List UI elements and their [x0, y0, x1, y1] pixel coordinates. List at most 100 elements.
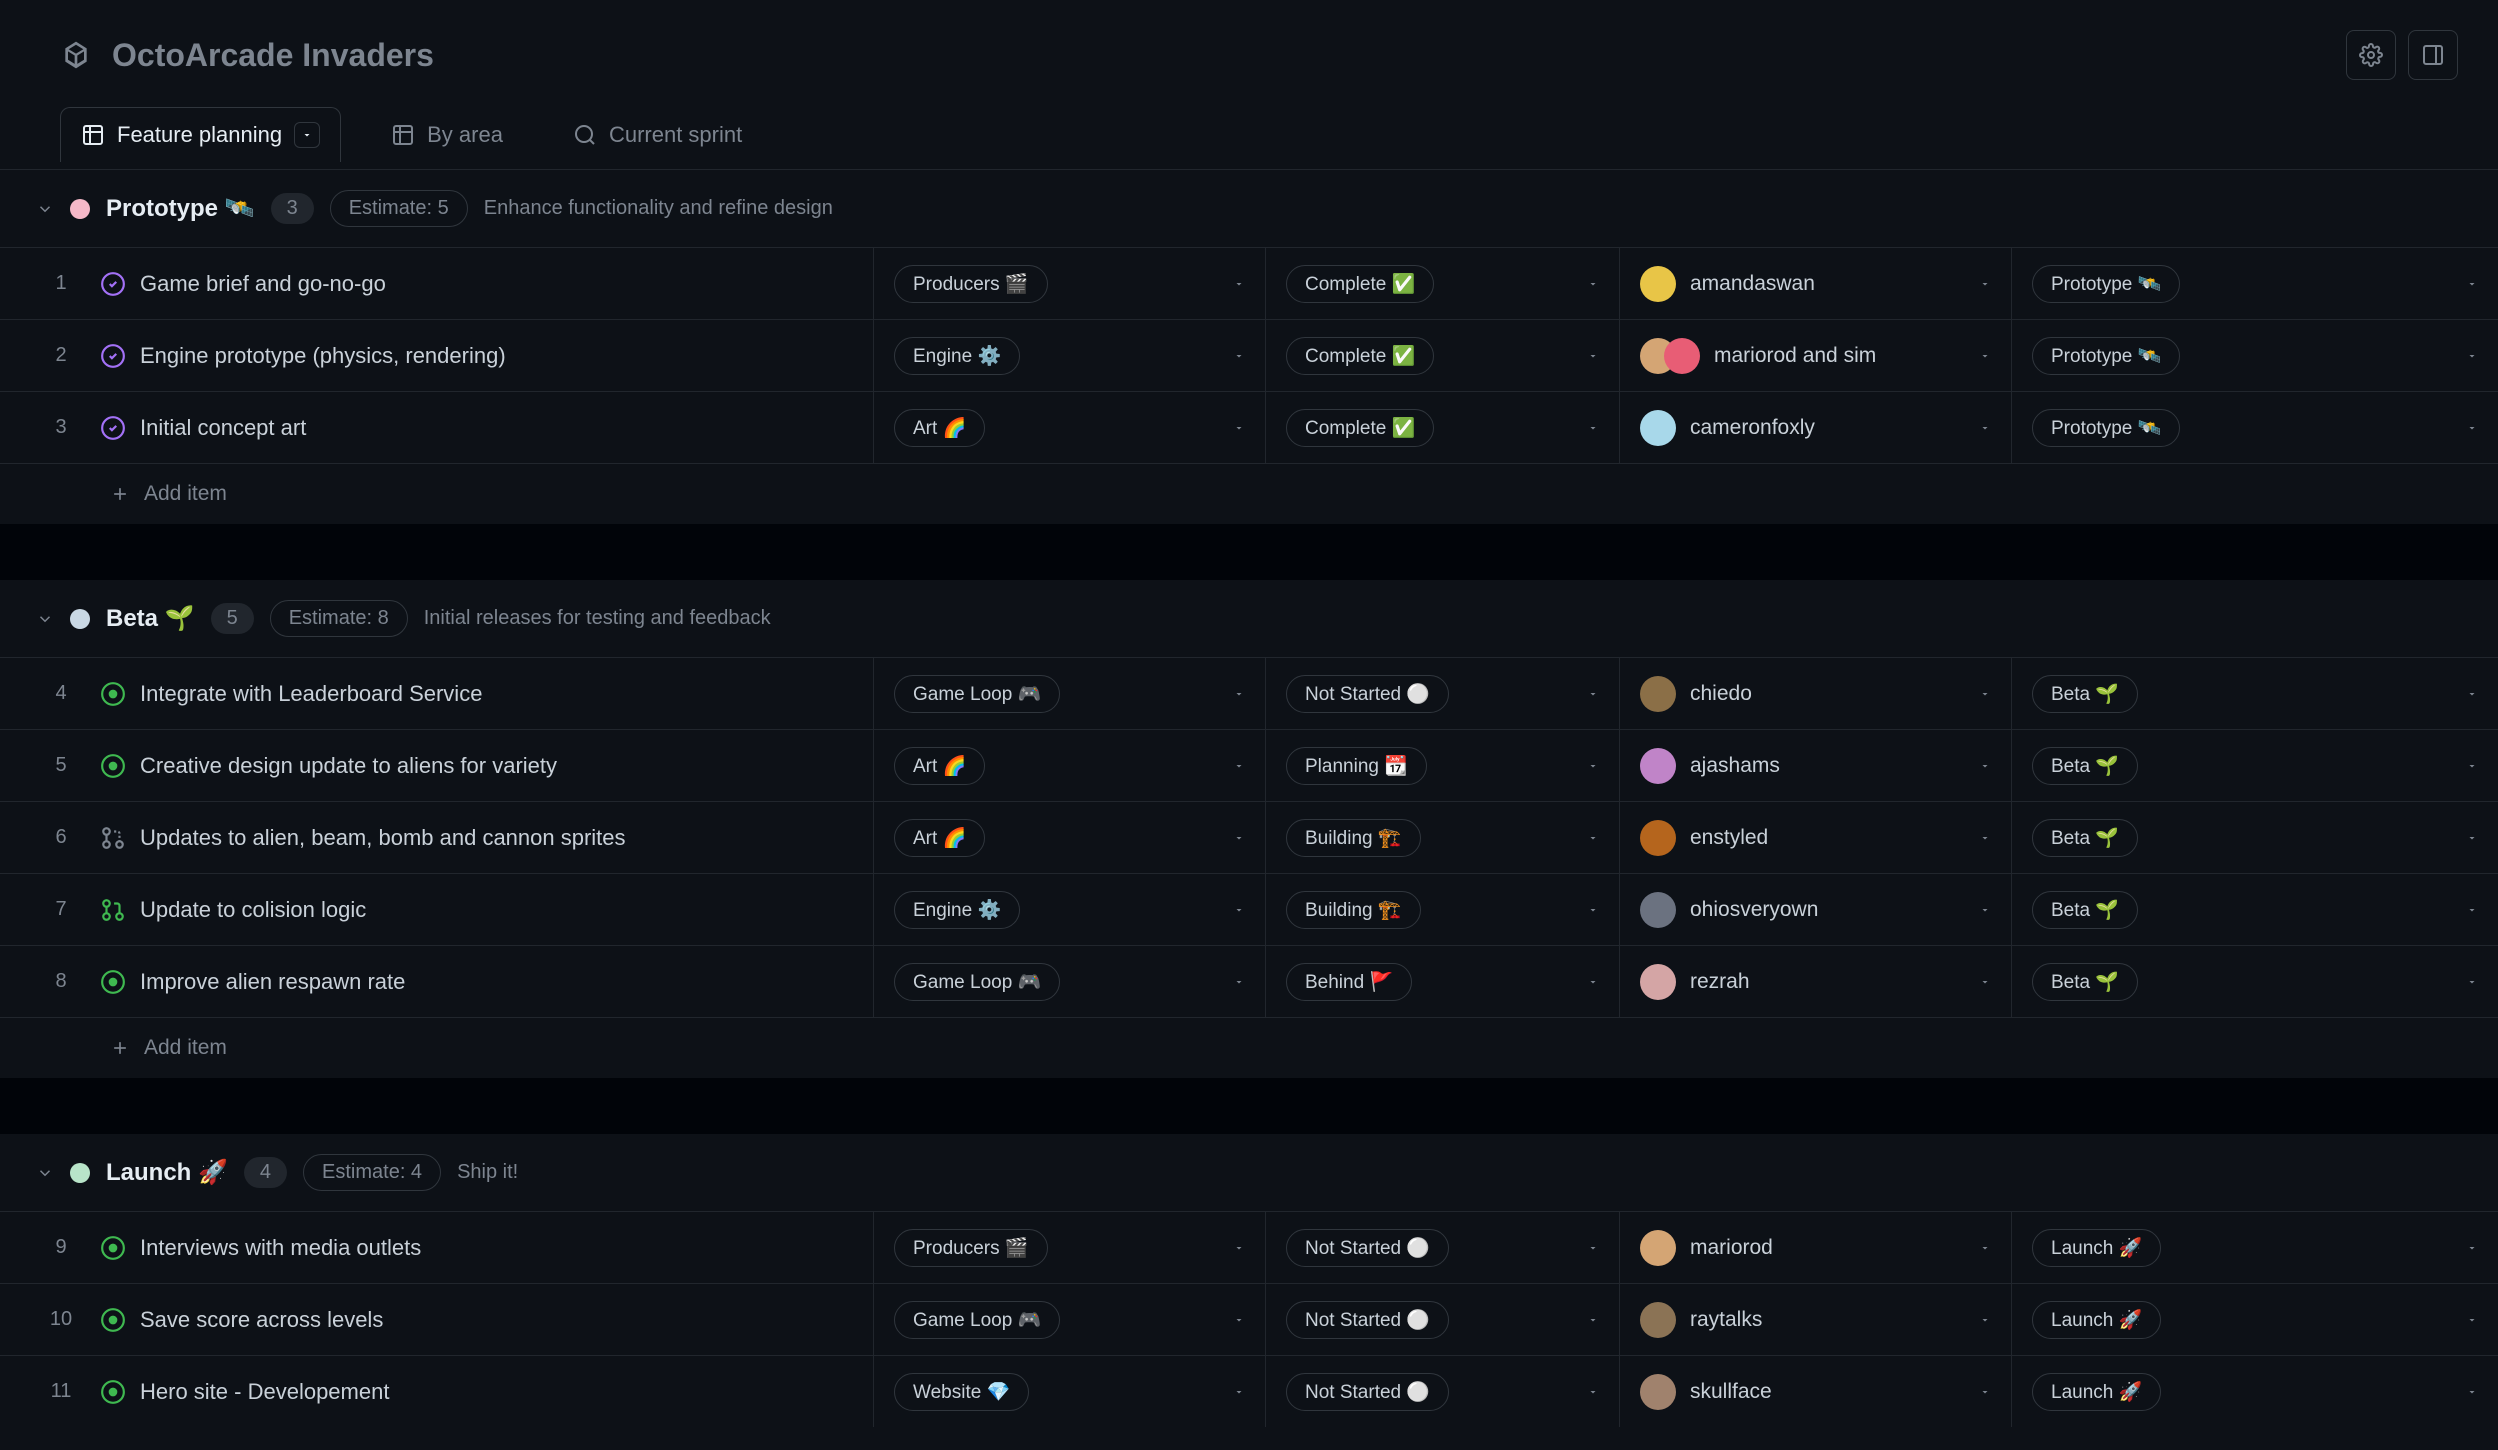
issue-title[interactable]: Hero site - Developement: [140, 1379, 389, 1405]
iteration-cell[interactable]: Beta 🌱: [2012, 802, 2498, 873]
area-cell[interactable]: Art 🌈: [874, 802, 1266, 873]
panel-toggle-button[interactable]: [2408, 30, 2458, 80]
dropdown-icon: [2466, 688, 2478, 700]
tab-current-sprint[interactable]: Current sprint: [553, 108, 762, 162]
group-collapse-toggle[interactable]: [36, 610, 54, 628]
issue-title[interactable]: Game brief and go-no-go: [140, 271, 386, 297]
iteration-pill: Beta 🌱: [2032, 675, 2138, 713]
table-row[interactable]: 8 Improve alien respawn rate Game Loop 🎮…: [0, 945, 2498, 1017]
issue-title[interactable]: Initial concept art: [140, 415, 306, 441]
status-cell[interactable]: Not Started ⚪: [1266, 1212, 1620, 1283]
table-row[interactable]: 1 Game brief and go-no-go Producers 🎬 Co…: [0, 247, 2498, 319]
iteration-cell[interactable]: Launch 🚀: [2012, 1212, 2498, 1283]
status-cell[interactable]: Building 🏗️: [1266, 874, 1620, 945]
iteration-cell[interactable]: Prototype 🛰️: [2012, 320, 2498, 391]
status-cell[interactable]: Not Started ⚪: [1266, 1356, 1620, 1427]
status-cell[interactable]: Behind 🚩: [1266, 946, 1620, 1017]
area-cell[interactable]: Art 🌈: [874, 392, 1266, 463]
group-collapse-toggle[interactable]: [36, 200, 54, 218]
area-cell[interactable]: Engine ⚙️: [874, 320, 1266, 391]
assignee-cell[interactable]: skullface: [1620, 1356, 2012, 1427]
assignee-cell[interactable]: mariorod and sim: [1620, 320, 2012, 391]
status-cell[interactable]: Building 🏗️: [1266, 802, 1620, 873]
table-row[interactable]: 2 Engine prototype (physics, rendering) …: [0, 319, 2498, 391]
iteration-cell[interactable]: Launch 🚀: [2012, 1356, 2498, 1427]
assignee-cell[interactable]: amandaswan: [1620, 248, 2012, 319]
area-cell[interactable]: Producers 🎬: [874, 248, 1266, 319]
table-icon: [391, 123, 415, 147]
assignee-cell[interactable]: ohiosveryown: [1620, 874, 2012, 945]
issue-title[interactable]: Update to colision logic: [140, 897, 366, 923]
dropdown-icon: [1233, 832, 1245, 844]
table-row[interactable]: 7 Update to colision logic Engine ⚙️ Bui…: [0, 873, 2498, 945]
group-collapse-toggle[interactable]: [36, 1164, 54, 1182]
issue-title[interactable]: Interviews with media outlets: [140, 1235, 421, 1261]
assignee-cell[interactable]: enstyled: [1620, 802, 2012, 873]
dropdown-icon: [1979, 1386, 1991, 1398]
dropdown-icon: [2466, 832, 2478, 844]
status-icon: [100, 753, 126, 779]
area-cell[interactable]: Art 🌈: [874, 730, 1266, 801]
status-cell[interactable]: Complete ✅: [1266, 320, 1620, 391]
iteration-cell[interactable]: Beta 🌱: [2012, 946, 2498, 1017]
table-row[interactable]: 11 Hero site - Developement Website 💎 No…: [0, 1355, 2498, 1427]
dropdown-icon: [1587, 1314, 1599, 1326]
issue-title[interactable]: Updates to alien, beam, bomb and cannon …: [140, 825, 626, 851]
row-number: 5: [36, 754, 86, 777]
issue-title[interactable]: Engine prototype (physics, rendering): [140, 343, 506, 369]
area-cell[interactable]: Producers 🎬: [874, 1212, 1266, 1283]
assignee-cell[interactable]: chiedo: [1620, 658, 2012, 729]
assignee-cell[interactable]: raytalks: [1620, 1284, 2012, 1355]
avatar: [1640, 1302, 1676, 1338]
status-cell[interactable]: Complete ✅: [1266, 392, 1620, 463]
iteration-cell[interactable]: Launch 🚀: [2012, 1284, 2498, 1355]
status-pill: Not Started ⚪: [1286, 1301, 1449, 1339]
iteration-cell[interactable]: Beta 🌱: [2012, 658, 2498, 729]
assignee-cell[interactable]: cameronfoxly: [1620, 392, 2012, 463]
area-cell[interactable]: Game Loop 🎮: [874, 1284, 1266, 1355]
assignee-name: raytalks: [1690, 1308, 1762, 1332]
settings-button[interactable]: [2346, 30, 2396, 80]
table-row[interactable]: 5 Creative design update to aliens for v…: [0, 729, 2498, 801]
tab-by-area[interactable]: By area: [371, 108, 523, 162]
area-cell[interactable]: Engine ⚙️: [874, 874, 1266, 945]
add-item-button[interactable]: Add item: [0, 463, 2498, 524]
status-cell[interactable]: Complete ✅: [1266, 248, 1620, 319]
iteration-cell[interactable]: Beta 🌱: [2012, 874, 2498, 945]
iteration-cell[interactable]: Beta 🌱: [2012, 730, 2498, 801]
status-cell[interactable]: Not Started ⚪: [1266, 658, 1620, 729]
iteration-pill: Beta 🌱: [2032, 963, 2138, 1001]
chevron-down-icon: [301, 129, 313, 141]
dropdown-icon: [1233, 760, 1245, 772]
iteration-cell[interactable]: Prototype 🛰️: [2012, 248, 2498, 319]
add-item-button[interactable]: Add item: [0, 1017, 2498, 1078]
status-icon: [100, 969, 126, 995]
status-cell[interactable]: Not Started ⚪: [1266, 1284, 1620, 1355]
table-row[interactable]: 3 Initial concept art Art 🌈 Complete ✅ c…: [0, 391, 2498, 463]
issue-title[interactable]: Creative design update to aliens for var…: [140, 753, 557, 779]
assignee-cell[interactable]: mariorod: [1620, 1212, 2012, 1283]
table-row[interactable]: 9 Interviews with media outlets Producer…: [0, 1211, 2498, 1283]
table-row[interactable]: 4 Integrate with Leaderboard Service Gam…: [0, 657, 2498, 729]
gear-icon: [2359, 43, 2383, 67]
area-cell[interactable]: Game Loop 🎮: [874, 658, 1266, 729]
dropdown-icon: [1979, 278, 1991, 290]
assignee-cell[interactable]: rezrah: [1620, 946, 2012, 1017]
area-cell[interactable]: Game Loop 🎮: [874, 946, 1266, 1017]
status-pill: Not Started ⚪: [1286, 1373, 1449, 1411]
table-row[interactable]: 10 Save score across levels Game Loop 🎮 …: [0, 1283, 2498, 1355]
issue-title[interactable]: Integrate with Leaderboard Service: [140, 681, 482, 707]
row-number: 3: [36, 416, 86, 439]
iteration-cell[interactable]: Prototype 🛰️: [2012, 392, 2498, 463]
assignee-cell[interactable]: ajashams: [1620, 730, 2012, 801]
tab-menu-toggle[interactable]: [294, 122, 320, 148]
issue-title[interactable]: Improve alien respawn rate: [140, 969, 405, 995]
assignee-name: amandaswan: [1690, 272, 1815, 296]
group-separator: [0, 1078, 2498, 1134]
status-cell[interactable]: Planning 📆: [1266, 730, 1620, 801]
area-cell[interactable]: Website 💎: [874, 1356, 1266, 1427]
table-row[interactable]: 6 Updates to alien, beam, bomb and canno…: [0, 801, 2498, 873]
dropdown-icon: [2466, 976, 2478, 988]
tab-feature-planning[interactable]: Feature planning: [60, 107, 341, 162]
issue-title[interactable]: Save score across levels: [140, 1307, 383, 1333]
